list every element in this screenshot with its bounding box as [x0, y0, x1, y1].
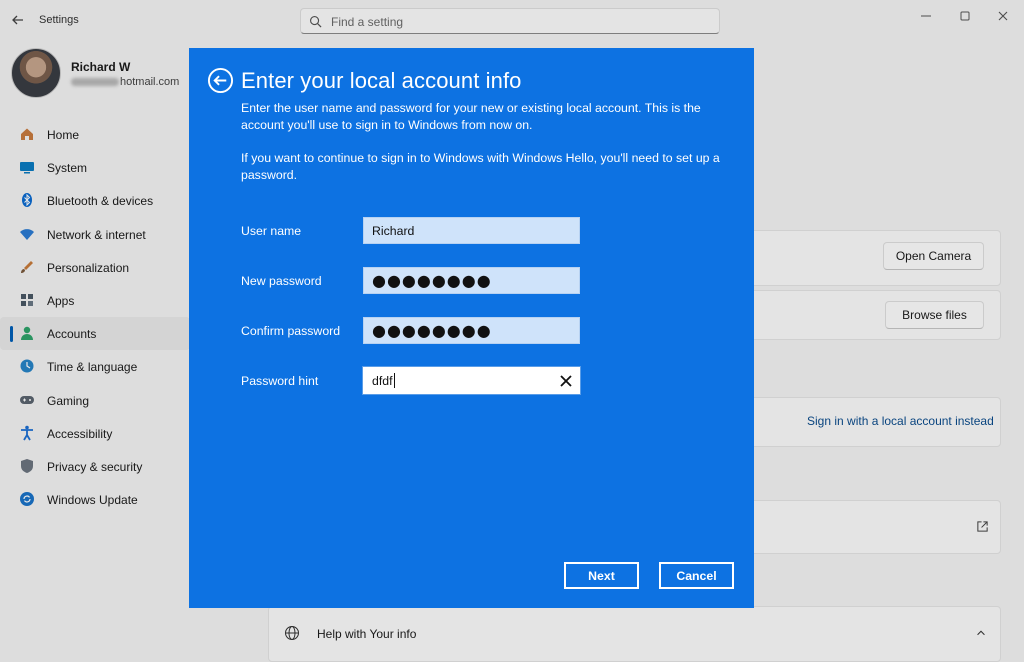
confirm-password-value: ●●●●●●●●: [372, 320, 492, 340]
username-field[interactable]: Richard: [363, 217, 580, 244]
confirm-password-label: Confirm password: [241, 324, 341, 338]
dialog-hello-note: If you want to continue to sign in to Wi…: [241, 151, 720, 182]
clear-icon[interactable]: [559, 374, 573, 388]
next-button[interactable]: Next: [564, 562, 639, 589]
dialog-title: Enter your local account info: [241, 68, 522, 93]
username-value: Richard: [372, 223, 415, 238]
back-circle-arrow-icon[interactable]: [207, 67, 234, 94]
local-account-dialog: Enter your local account info Enter the …: [189, 48, 754, 608]
new-password-label: New password: [241, 274, 322, 288]
password-hint-value: dfdf: [372, 373, 393, 388]
new-password-value: ●●●●●●●●: [372, 270, 492, 290]
cancel-button[interactable]: Cancel: [659, 562, 734, 589]
password-hint-field[interactable]: dfdf: [362, 366, 581, 395]
new-password-field[interactable]: ●●●●●●●●: [363, 267, 580, 294]
dialog-description: Enter the user name and password for you…: [241, 101, 701, 132]
username-label: User name: [241, 224, 302, 238]
text-caret: [393, 373, 395, 388]
password-hint-label: Password hint: [241, 374, 319, 388]
confirm-password-field[interactable]: ●●●●●●●●: [363, 317, 580, 344]
